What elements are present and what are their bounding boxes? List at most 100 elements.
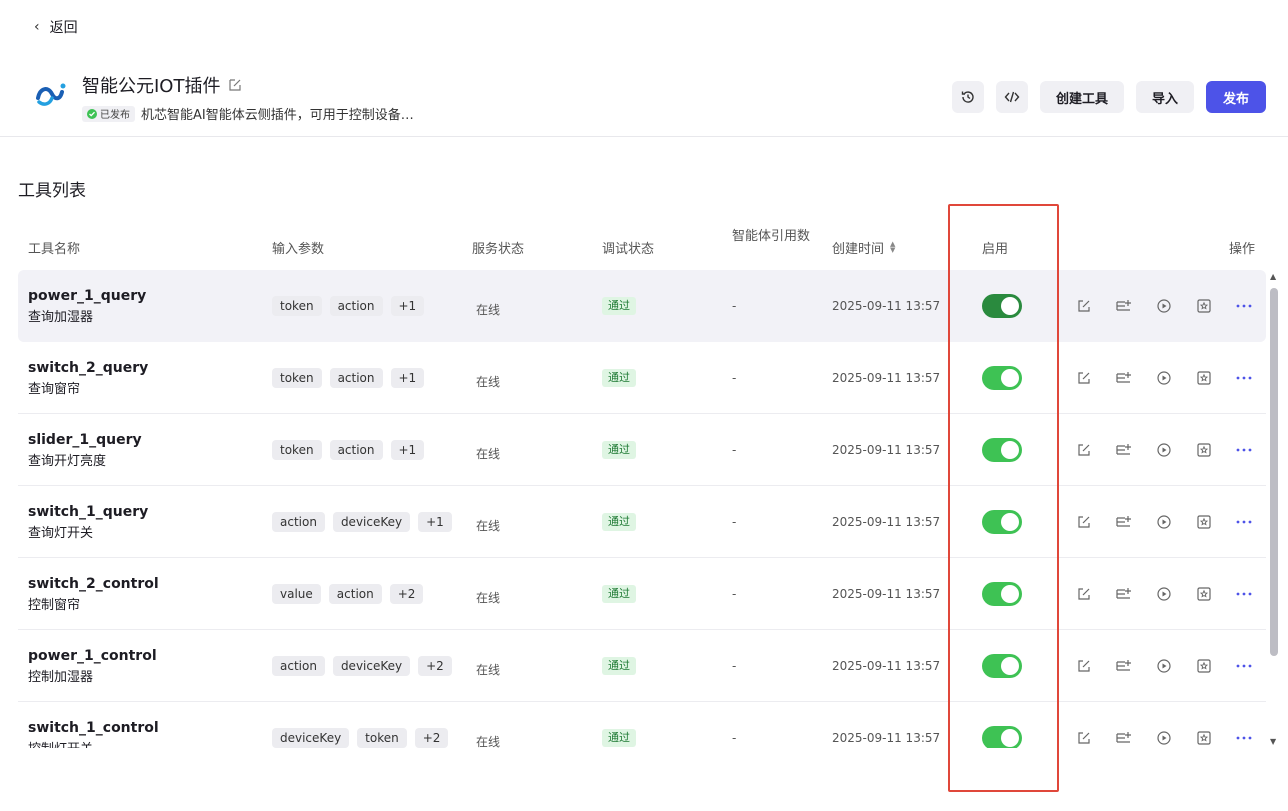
add-to-list-icon[interactable]	[1104, 654, 1144, 678]
tool-description: 查询加湿器	[28, 309, 94, 325]
favorite-icon[interactable]	[1184, 294, 1224, 318]
param-tag: +1	[390, 440, 425, 460]
debug-status-badge: 通过	[602, 729, 636, 747]
enabled-toggle[interactable]	[982, 726, 1022, 748]
more-icon[interactable]	[1224, 366, 1264, 390]
param-tag: token	[357, 728, 407, 748]
add-to-list-icon[interactable]	[1104, 438, 1144, 462]
table-row[interactable]: slider_1_query 查询开灯亮度 token action +1 在线 通…	[18, 414, 1266, 486]
tool-description: 控制窗帘	[28, 597, 81, 613]
run-icon[interactable]	[1144, 654, 1184, 678]
params-cell: value action +2	[272, 558, 424, 630]
add-to-list-icon[interactable]	[1104, 294, 1144, 318]
more-icon[interactable]	[1224, 582, 1264, 606]
scroll-up-icon[interactable]: ▲	[1270, 272, 1276, 281]
more-icon[interactable]	[1224, 654, 1264, 678]
favorite-icon[interactable]	[1184, 510, 1224, 534]
tool-name-cell: switch_2_control 控制窗帘	[28, 558, 159, 630]
enabled-toggle[interactable]	[982, 366, 1022, 390]
param-tag: +2	[414, 728, 449, 748]
params-cell: token action +1	[272, 342, 425, 414]
enabled-toggle[interactable]	[982, 582, 1022, 606]
favorite-icon[interactable]	[1184, 726, 1224, 748]
favorite-icon[interactable]	[1184, 438, 1224, 462]
more-icon[interactable]	[1224, 726, 1264, 748]
tool-name: switch_1_query	[28, 503, 149, 520]
back-link[interactable]: ‹ 返回	[34, 16, 78, 38]
add-to-list-icon[interactable]	[1104, 726, 1144, 748]
table-row[interactable]: switch_1_query 查询灯开关 action deviceKey +1 在…	[18, 486, 1266, 558]
debug-status-cell: 通过	[602, 414, 636, 486]
tool-description: 查询开灯亮度	[28, 453, 107, 469]
favorite-icon[interactable]	[1184, 366, 1224, 390]
publish-button[interactable]: 发布	[1206, 81, 1266, 113]
table-row[interactable]: switch_2_control 控制窗帘 value action +2 在线 通…	[18, 558, 1266, 630]
tool-description: 控制加湿器	[28, 669, 94, 685]
run-icon[interactable]	[1144, 438, 1184, 462]
debug-status-badge: 通过	[602, 297, 636, 315]
more-icon[interactable]	[1224, 438, 1264, 462]
scroll-down-icon[interactable]: ▼	[1270, 737, 1276, 746]
run-icon[interactable]	[1144, 366, 1184, 390]
scrollbar-thumb[interactable]	[1270, 288, 1278, 656]
debug-status-cell: 通过	[602, 630, 636, 702]
col-created[interactable]: 创建时间 ▲ ▼	[832, 225, 895, 269]
run-icon[interactable]	[1144, 510, 1184, 534]
table-scrollbar[interactable]: ▲ ▼	[1268, 270, 1280, 748]
run-icon[interactable]	[1144, 294, 1184, 318]
import-button[interactable]: 导入	[1135, 81, 1194, 113]
enabled-toggle[interactable]	[982, 294, 1022, 318]
enabled-toggle[interactable]	[982, 654, 1022, 678]
edit-icon[interactable]	[1064, 510, 1104, 534]
edit-icon[interactable]	[1064, 294, 1104, 318]
tool-name-cell: power_1_control 控制加湿器	[28, 630, 157, 702]
table-row[interactable]: power_1_query 查询加湿器 token action +1 在线 通过 …	[18, 270, 1266, 342]
enabled-toggle[interactable]	[982, 438, 1022, 462]
col-ops: 操作	[1229, 241, 1256, 257]
add-to-list-icon[interactable]	[1104, 582, 1144, 606]
tools-table-body: power_1_query 查询加湿器 token action +1 在线 通过 …	[18, 270, 1266, 748]
agent-ref-count: -	[732, 587, 737, 601]
ops-cell	[1064, 270, 1264, 342]
params-cell: action deviceKey +1	[272, 486, 452, 558]
create-tool-button[interactable]: 创建工具	[1039, 81, 1124, 113]
back-label: 返回	[49, 20, 78, 36]
col-name: 工具名称	[28, 241, 81, 257]
created-time: 2025-09-11 13:57	[832, 371, 941, 385]
history-button[interactable]	[951, 81, 984, 113]
more-icon[interactable]	[1224, 294, 1264, 318]
table-row[interactable]: switch_2_query 查询窗帘 token action +1 在线 通过 …	[18, 342, 1266, 414]
favorite-icon[interactable]	[1184, 582, 1224, 606]
enabled-cell	[982, 342, 1022, 414]
param-tag: +2	[418, 656, 452, 676]
param-tag: +1	[418, 512, 452, 532]
more-icon[interactable]	[1224, 510, 1264, 534]
edit-icon[interactable]	[1064, 654, 1104, 678]
published-badge-label: 已发布	[100, 110, 130, 121]
table-row[interactable]: switch_1_control 控制灯开关 deviceKeytoken+2 …	[18, 702, 1266, 748]
code-button[interactable]	[995, 81, 1028, 113]
sort-icon[interactable]: ▲ ▼	[890, 241, 895, 254]
edit-icon[interactable]	[1064, 582, 1104, 606]
edit-title-icon[interactable]	[228, 78, 242, 92]
tool-name: power_1_control	[28, 647, 157, 664]
agent-ref-count: -	[732, 443, 737, 457]
add-to-list-icon[interactable]	[1104, 510, 1144, 534]
favorite-icon[interactable]	[1184, 654, 1224, 678]
col-refs: 智能体引用数	[732, 229, 811, 244]
col-service: 服务状态	[472, 241, 525, 257]
run-icon[interactable]	[1144, 582, 1184, 606]
debug-status-cell: 通过	[602, 270, 636, 342]
edit-icon[interactable]	[1064, 366, 1104, 390]
param-tag: token	[272, 296, 322, 316]
service-status: 在线	[476, 590, 501, 605]
enabled-toggle[interactable]	[982, 510, 1022, 534]
tool-name-cell: switch_1_control 控制灯开关	[28, 702, 159, 749]
col-created-label: 创建时间	[832, 241, 885, 257]
param-tag: +2	[389, 584, 424, 604]
add-to-list-icon[interactable]	[1104, 366, 1144, 390]
edit-icon[interactable]	[1064, 438, 1104, 462]
run-icon[interactable]	[1144, 726, 1184, 748]
edit-icon[interactable]	[1064, 726, 1104, 748]
table-row[interactable]: power_1_control 控制加湿器 action deviceKey +2 …	[18, 630, 1266, 702]
